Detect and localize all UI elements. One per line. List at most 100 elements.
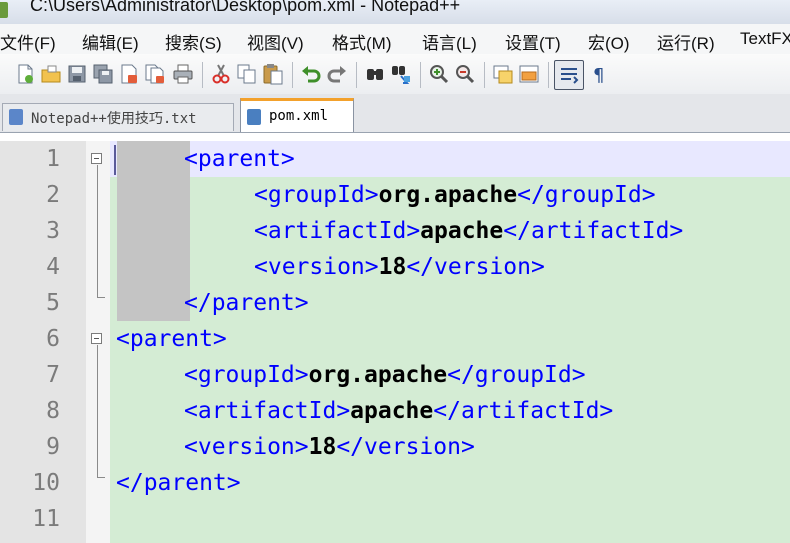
fold-end-marker [97,477,105,478]
code-line-9: <version>18</version> [184,429,475,465]
line-number: 2 [46,182,60,208]
indent-selection [117,141,190,321]
fold-collapse-icon[interactable] [91,153,102,164]
xml-value: 18 [378,254,407,280]
sync-horizontal-icon[interactable] [518,63,540,85]
editor[interactable]: 1 2 3 4 5 6 7 8 9 10 11 <parent> <groupI… [0,141,790,543]
fold-end-marker [97,297,105,298]
notepadpp-app-icon [0,2,8,18]
code-line-6: <parent> [116,321,227,357]
print-icon[interactable] [172,63,194,85]
line-number: 8 [46,398,60,424]
window-title: C:\Users\Administrator\Desktop\pom.xml -… [30,0,461,15]
copy-icon[interactable] [236,63,258,85]
line-number-gutter: 1 2 3 4 5 6 7 8 9 10 11 [0,141,86,543]
line-number: 7 [46,362,60,388]
zoom-in-icon[interactable] [428,63,450,85]
text-caret [114,145,116,175]
line-number: 6 [46,326,60,352]
fold-guide [97,165,98,297]
tab-pom-xml[interactable]: pom.xml [240,98,354,132]
xml-tag: </parent> [184,290,309,316]
cut-icon[interactable] [210,63,232,85]
menu-bar: 文件(F) 编辑(E) 搜索(S) 视图(V) 格式(M) 语言(L) 设置(T… [0,24,790,54]
save-all-icon[interactable] [92,63,114,85]
toolbar-separator [548,62,549,88]
xml-tag: <groupId> [254,182,379,208]
menu-language[interactable]: 语言(L) [422,29,477,54]
toolbar-separator [292,62,293,88]
xml-value: apache [420,218,504,244]
menu-file[interactable]: 文件(F) [0,29,56,54]
toolbar: ¶ [0,54,790,95]
toolbar-separator [484,62,485,88]
xml-tag: </groupId> [517,182,656,208]
zoom-out-icon[interactable] [454,63,476,85]
open-file-icon[interactable] [40,63,62,85]
word-wrap-icon[interactable] [554,60,584,90]
xml-tag: <groupId> [184,362,309,388]
menu-search[interactable]: 搜索(S) [165,29,222,54]
line-number: 4 [46,254,60,280]
fold-collapse-icon[interactable] [91,333,102,344]
code-line-4: <version>18</version> [254,249,545,285]
tab-label: Notepad++使用技巧.txt [31,111,197,127]
code-line-2: <groupId>org.apache</groupId> [254,177,656,213]
xml-tag: <artifactId> [184,398,351,424]
toolbar-separator [202,62,203,88]
code-line-7: <groupId>org.apache</groupId> [184,357,586,393]
document-tab-bar: Notepad++使用技巧.txt pom.xml [0,94,790,133]
save-icon[interactable] [66,63,88,85]
menu-view[interactable]: 视图(V) [247,29,304,54]
menu-settings[interactable]: 设置(T) [505,29,561,54]
xml-tag: </parent> [116,470,241,496]
paste-icon[interactable] [262,63,284,85]
undo-icon[interactable] [300,63,322,85]
code-line-10: </parent> [116,465,241,501]
line-number: 11 [32,506,60,532]
title-bar: C:\Users\Administrator\Desktop\pom.xml -… [0,0,790,24]
saved-file-icon [9,109,23,125]
line-number: 9 [46,434,60,460]
line-number: 3 [46,218,60,244]
saved-file-icon [247,109,261,125]
line-number: 5 [46,290,60,316]
xml-value: org.apache [308,362,448,388]
line-number: 1 [46,146,60,172]
tab-notepadpp-tips[interactable]: Notepad++使用技巧.txt [2,103,234,131]
menu-textfx[interactable]: TextFX [740,29,790,49]
menu-run[interactable]: 运行(R) [657,29,715,54]
xml-value: apache [350,398,434,424]
code-line-1: <parent> [184,141,295,177]
close-icon[interactable] [118,63,140,85]
xml-tag: </version> [336,434,475,460]
redo-icon[interactable] [326,63,348,85]
code-area[interactable]: <parent> <groupId>org.apache</groupId> <… [110,141,790,543]
toolbar-separator [420,62,421,88]
code-line-8: <artifactId>apache</artifactId> [184,393,613,429]
xml-value: 18 [308,434,337,460]
menu-edit[interactable]: 编辑(E) [82,29,139,54]
xml-tag: </artifactId> [433,398,614,424]
find-icon[interactable] [364,63,386,85]
code-line-3: <artifactId>apache</artifactId> [254,213,683,249]
close-all-icon[interactable] [144,63,166,85]
show-all-chars-icon[interactable]: ¶ [590,63,612,85]
fold-guide [97,345,98,477]
tab-label: pom.xml [269,108,329,124]
menu-format[interactable]: 格式(M) [332,29,391,54]
xml-value: org.apache [378,182,518,208]
xml-tag: </groupId> [447,362,586,388]
xml-tag: <parent> [184,146,295,172]
xml-tag: </artifactId> [503,218,684,244]
menu-macro[interactable]: 宏(O) [588,29,630,54]
line-number: 10 [32,470,60,496]
new-file-icon[interactable] [14,63,36,85]
replace-icon[interactable] [390,63,412,85]
xml-tag: <version> [254,254,379,280]
xml-tag: </version> [406,254,545,280]
code-line-5: </parent> [184,285,309,321]
xml-tag: <version> [184,434,309,460]
sync-vertical-icon[interactable] [492,63,514,85]
xml-tag: <parent> [116,326,227,352]
